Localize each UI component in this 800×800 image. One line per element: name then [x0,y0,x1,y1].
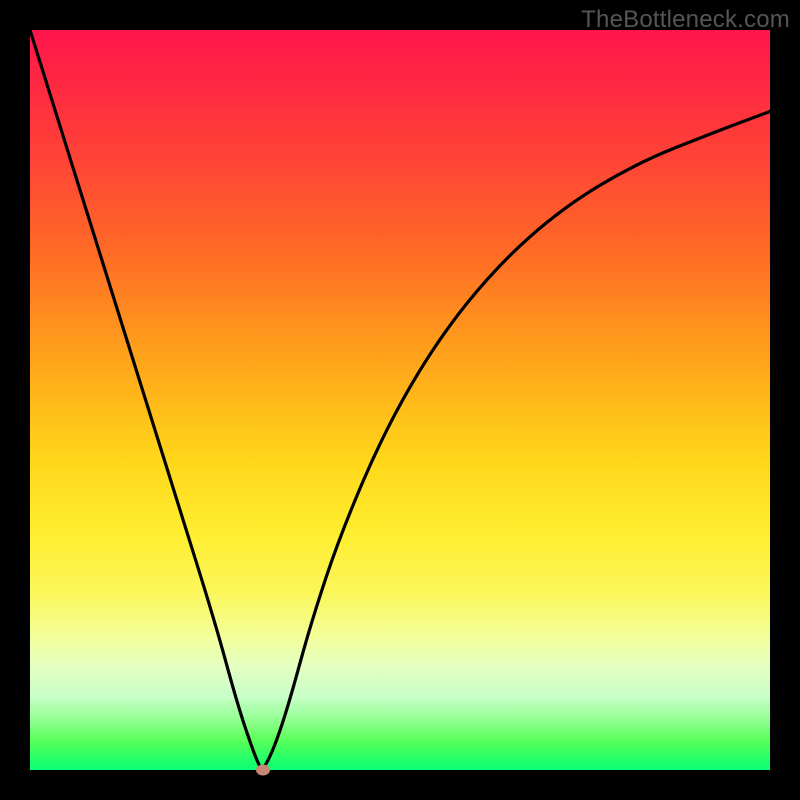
chart-container: TheBottleneck.com [0,0,800,800]
curve-svg [30,30,770,770]
minimum-point-marker [256,765,270,776]
bottleneck-curve [30,30,770,768]
plot-area [30,30,770,770]
